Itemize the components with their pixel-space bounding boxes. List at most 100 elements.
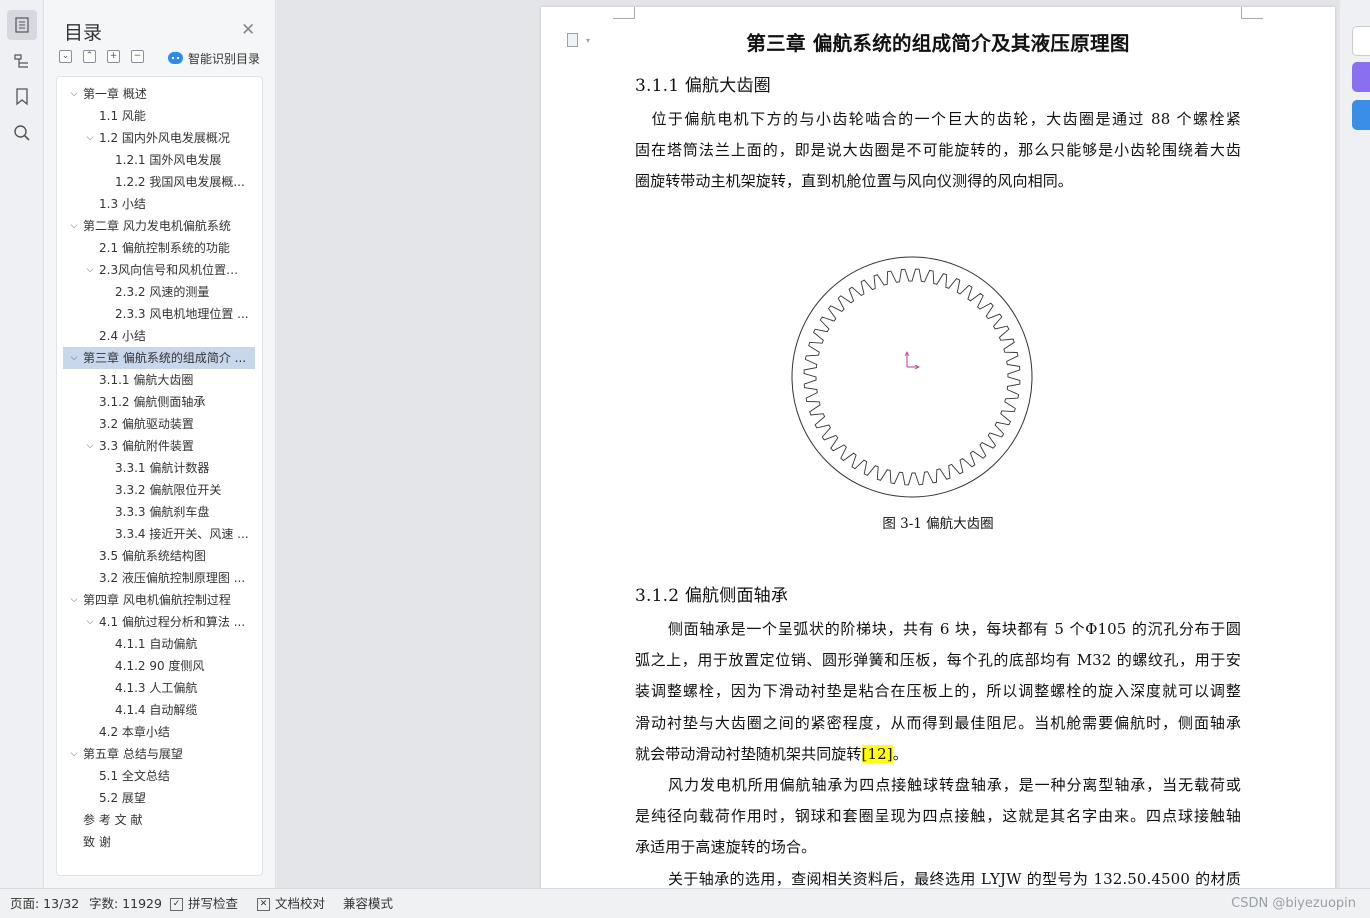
figure-caption: 图 3-1 偏航大齿圈 <box>882 516 994 532</box>
toc-item[interactable]: 4.1.3 人工偏航 <box>63 677 255 699</box>
toc-item-label: 2.3.3 风电机地理位置 ... <box>115 307 249 321</box>
toc-item-label: 3.1.2 偏航侧面轴承 <box>99 395 206 409</box>
toc-item[interactable]: 1.2.1 国外风电发展 <box>63 149 255 171</box>
page-indicator[interactable]: 页面: 13/32 <box>10 895 79 913</box>
toc-item[interactable]: ⌵ 第四章 风电机偏航控制过程 <box>63 589 255 611</box>
toc-item[interactable]: 3.1.2 偏航侧面轴承 <box>63 391 255 413</box>
citation-link[interactable]: [12] <box>861 744 893 763</box>
chapter-nav-icon[interactable] <box>7 46 37 76</box>
toc-item-label: 3.3.3 偏航刹车盘 <box>115 505 210 519</box>
chevron-down-icon[interactable]: ⌵ <box>83 439 97 453</box>
chevron-down-icon[interactable]: ⌵ <box>67 351 81 365</box>
close-icon[interactable]: ✕ <box>241 20 255 40</box>
toc-item-label: 1.1 风能 <box>99 109 146 123</box>
toc-item[interactable]: ⌵ 第一章 概述 <box>63 83 255 105</box>
toc-item[interactable]: 1.1 风能 <box>63 105 255 127</box>
smart-toc-button[interactable]: 智能识别目录 <box>168 50 260 66</box>
document-page[interactable]: ▾ 第三章 偏航系统的组成简介及其液压原理图 3.1.1 偏航大齿圈 位于偏航电… <box>541 7 1335 888</box>
toc-item[interactable]: 3.1.1 偏航大齿圈 <box>63 369 255 391</box>
bookmark-icon[interactable] <box>7 82 37 112</box>
toc-item-label: 3.5 偏航系统结构图 <box>99 549 206 563</box>
toc-item-label: 4.1.1 自动偏航 <box>115 637 198 651</box>
paragraph-text: 。 <box>892 744 908 763</box>
toc-item[interactable]: 4.1.2 90 度侧风 <box>63 655 255 677</box>
search-icon[interactable] <box>7 118 37 148</box>
toc-item[interactable]: 3.2 偏航驱动装置 <box>63 413 255 435</box>
right-panel-toggle-icon[interactable] <box>1352 26 1370 56</box>
toc-item-label: 1.2.1 国外风电发展 <box>115 153 222 167</box>
status-bar: 页面: 13/32 字数: 11929 ✓ 拼写检查 ✕ 文档校对 兼容模式 C… <box>0 888 1370 918</box>
section-heading-3-1-2: 3.1.2 偏航侧面轴承 <box>635 586 789 606</box>
toc-item[interactable]: 参 考 文 献 <box>63 809 255 831</box>
toc-item[interactable]: ⌵ 2.3风向信号和风机位置对 ... <box>63 259 255 281</box>
toc-item-label: 第五章 总结与展望 <box>83 747 183 761</box>
toc-item[interactable]: 4.1.1 自动偏航 <box>63 633 255 655</box>
paragraph-line: 弧之上，用于放置定位销、圆形弹簧和压板，每个孔的底部均有 M32 的螺纹孔，用于… <box>635 651 1241 670</box>
toc-item[interactable]: 2.1 偏航控制系统的功能 <box>63 237 255 259</box>
toc-item[interactable]: 4.2 本章小结 <box>63 721 255 743</box>
proof-icon: ✕ <box>257 897 270 911</box>
spell-check-button[interactable]: ✓ 拼写检查 <box>170 895 238 913</box>
toc-item[interactable]: ⌵ 1.2 国内外风电发展概况 <box>63 127 255 149</box>
toc-item[interactable]: 2.3.3 风电机地理位置 ... <box>63 303 255 325</box>
toc-item[interactable]: ⌵ 第五章 总结与展望 <box>63 743 255 765</box>
chevron-down-icon[interactable]: ⌵ <box>67 593 81 607</box>
toc-item[interactable]: 1.2.2 我国风电发展概... <box>63 171 255 193</box>
toc-item[interactable]: 3.3.4 接近开关、风速 ... <box>63 523 255 545</box>
chevron-down-icon[interactable]: ⌵ <box>83 615 97 629</box>
toc-item[interactable]: 5.1 全文总结 <box>63 765 255 787</box>
paragraph-line: 就会带动滑动衬垫随机架共同旋转[12]。 <box>635 739 1241 770</box>
toc-item-label: 致 谢 <box>83 835 111 849</box>
toc-item-label: 3.3.4 接近开关、风速 ... <box>115 527 249 541</box>
toc-panel-icon[interactable] <box>7 10 37 40</box>
toc-item[interactable]: 4.1.4 自动解缆 <box>63 699 255 721</box>
toc-item[interactable]: 2.3.2 风速的测量 <box>63 281 255 303</box>
nav-title: 目录 <box>64 22 103 44</box>
expand-up-icon[interactable]: ⌃ <box>83 50 96 63</box>
toc-item[interactable]: 1.3 小结 <box>63 193 255 215</box>
paragraph-gear-ring: 位于偏航电机下方的与小齿轮啮合的一个巨大的齿轮，大齿圈是通过 88 个螺栓紧 固… <box>635 104 1241 198</box>
paragraph-line: 滑动衬垫与大齿圈之间的紧密程度，从而得到最佳阻尼。当机舱需要偏航时，侧面轴承 <box>635 713 1241 732</box>
share-icon[interactable] <box>1352 100 1370 130</box>
toc-item[interactable]: 3.3.2 偏航限位开关 <box>63 479 255 501</box>
chevron-down-icon[interactable]: ⌵ <box>83 131 97 145</box>
toc-item[interactable]: 3.5 偏航系统结构图 <box>63 545 255 567</box>
toc-item-label: 3.2 液压偏航控制原理图 ... <box>99 571 246 585</box>
toc-item[interactable]: 5.2 展望 <box>63 787 255 809</box>
paragraph-line: 风力发电机所用偏航轴承为四点接触球转盘轴承，是一种分离型轴承，当无载荷或 <box>668 776 1241 795</box>
document-area[interactable]: ▾ 第三章 偏航系统的组成简介及其液压原理图 3.1.1 偏航大齿圈 位于偏航电… <box>277 0 1340 888</box>
toc-item[interactable]: 3.3.3 偏航刹车盘 <box>63 501 255 523</box>
collapse-all-icon[interactable]: ⌄ <box>59 50 72 63</box>
toc-item[interactable]: ⌵ 3.3 偏航附件装置 <box>63 435 255 457</box>
chevron-down-icon[interactable]: ⌵ <box>83 263 97 277</box>
toc-item[interactable]: 致 谢 <box>63 831 255 853</box>
toc-item[interactable]: 3.2 液压偏航控制原理图 ... <box>63 567 255 589</box>
toc-item-label: 2.1 偏航控制系统的功能 <box>99 241 230 255</box>
toc-item[interactable]: ⌵ 第二章 风力发电机偏航系统 <box>63 215 255 237</box>
chevron-down-icon[interactable]: ⌵ <box>67 219 81 233</box>
crop-mark <box>1241 7 1263 19</box>
toc-item[interactable]: 3.3.1 偏航计数器 <box>63 457 255 479</box>
toc-item-label: 1.2 国内外风电发展概况 <box>99 131 230 145</box>
toc-item-label: 1.2.2 我国风电发展概... <box>115 175 245 189</box>
chevron-down-icon[interactable]: ⌵ <box>67 87 81 101</box>
toc-item-label: 参 考 文 献 <box>83 813 143 827</box>
smart-toc-label: 智能识别目录 <box>188 51 261 66</box>
toc-item[interactable]: 2.4 小结 <box>63 325 255 347</box>
toc-item[interactable]: ⌵ 第三章 偏航系统的组成简介 ... <box>63 347 255 369</box>
word-count[interactable]: 字数: 11929 <box>89 895 162 913</box>
remove-heading-icon[interactable]: − <box>131 50 144 63</box>
toc-item-label: 第四章 风电机偏航控制过程 <box>83 593 231 607</box>
toc-item-label: 3.1.1 偏航大齿圈 <box>99 373 194 387</box>
add-heading-icon[interactable]: + <box>107 50 120 63</box>
section-heading-3-1-1: 3.1.1 偏航大齿圈 <box>635 76 771 96</box>
spell-check-label: 拼写检查 <box>188 896 239 911</box>
watermark: CSDN @biyezuopin <box>1231 896 1356 911</box>
ai-assistant-icon[interactable] <box>1352 62 1370 92</box>
toc-item-label: 2.4 小结 <box>99 329 146 343</box>
chevron-down-icon[interactable]: ⌵ <box>67 747 81 761</box>
toc-item[interactable]: ⌵ 4.1 偏航过程分析和算法 ... <box>63 611 255 633</box>
paragraph-line: 圈旋转带动主机架旋转，直到机舱位置与风向仪测得的风向相同。 <box>635 172 1073 191</box>
toc-item-label: 4.1 偏航过程分析和算法 ... <box>99 615 246 629</box>
doc-proof-button[interactable]: ✕ 文档校对 <box>257 895 325 913</box>
